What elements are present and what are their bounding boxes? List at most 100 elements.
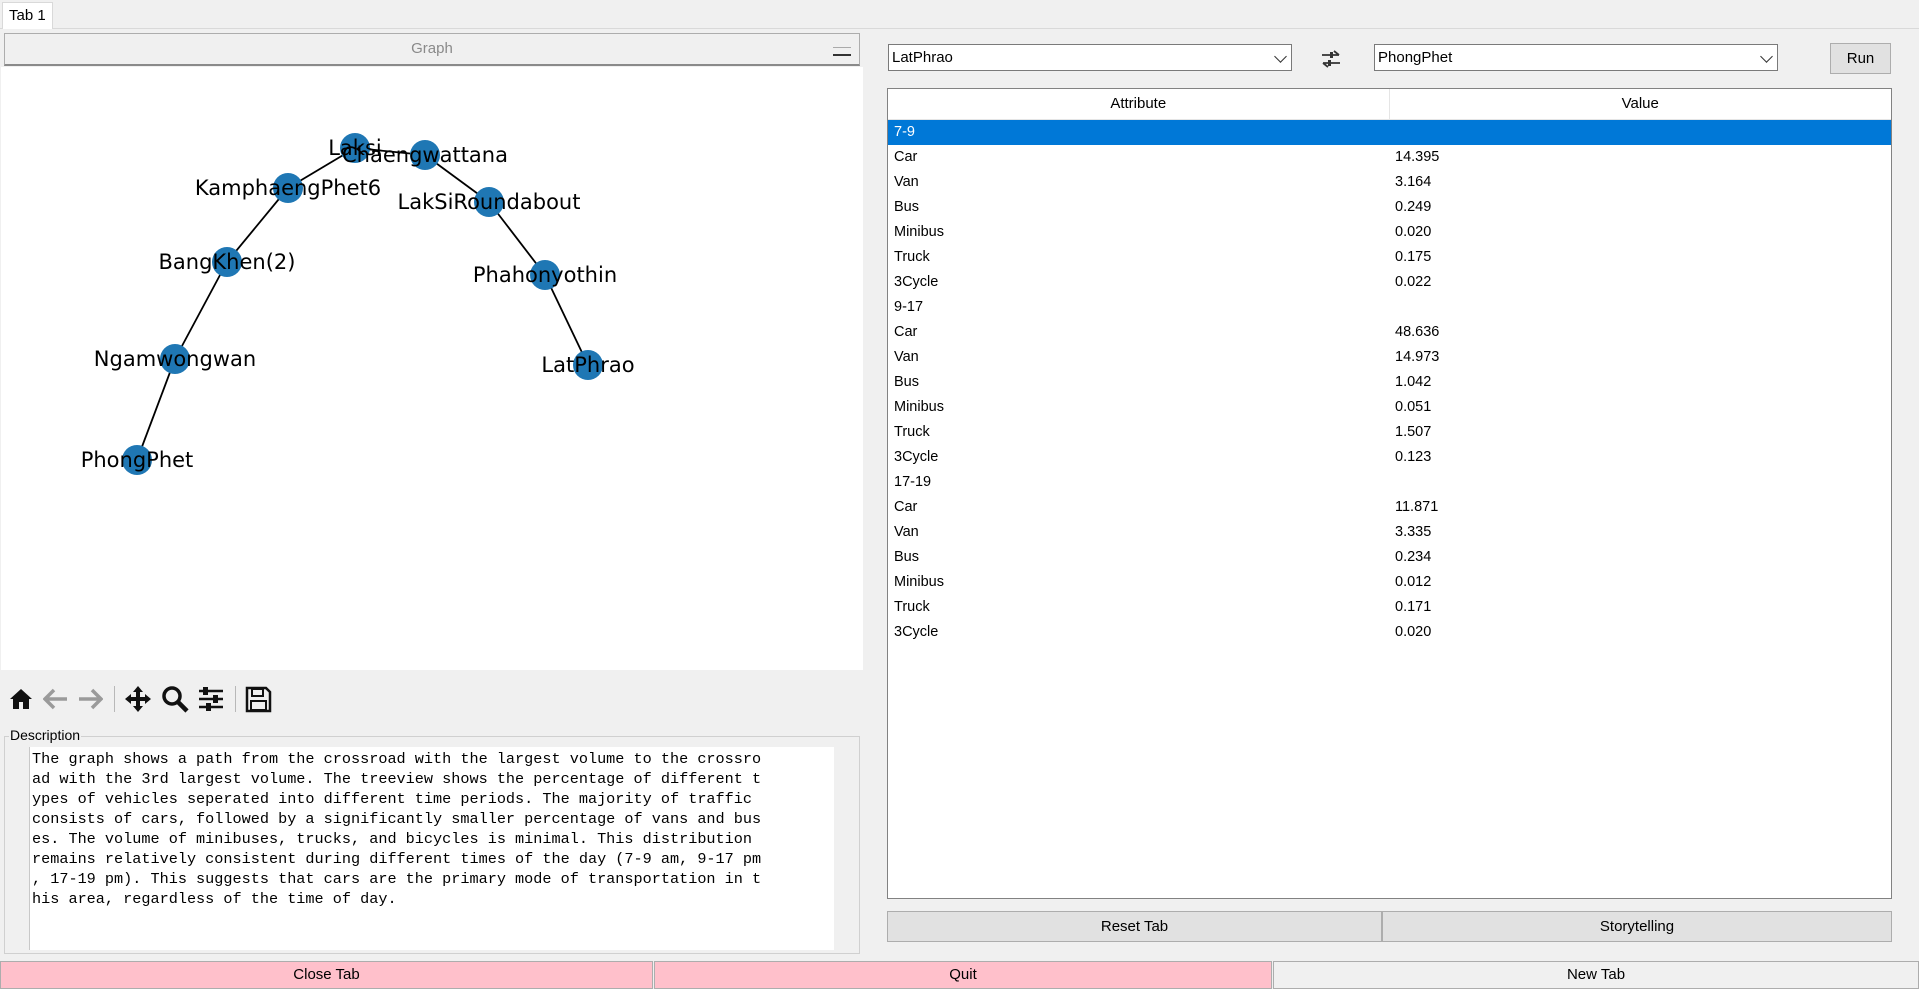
table-row[interactable]: 3Cycle 0.020	[888, 620, 1891, 645]
table-row[interactable]: Car 48.636	[888, 320, 1891, 345]
value-cell: 0.020	[1395, 624, 1432, 640]
zoom-icon[interactable]	[160, 684, 190, 714]
table-row[interactable]: Van 3.164	[888, 170, 1891, 195]
table-row[interactable]: Truck 1.507	[888, 420, 1891, 445]
graph-node-label: Ngamwongwan	[94, 347, 256, 371]
value-cell: 0.234	[1395, 549, 1432, 565]
attribute-cell: 17-19	[894, 474, 932, 490]
attribute-cell: 3Cycle	[894, 624, 939, 640]
table-row[interactable]: 9-17	[888, 295, 1891, 320]
close-tab-button[interactable]: Close Tab	[0, 961, 653, 989]
quit-button[interactable]: Quit	[654, 961, 1272, 989]
value-cell	[1389, 295, 1891, 320]
value-cell: 14.395	[1395, 149, 1440, 165]
description-text[interactable]: The graph shows a path from the crossroa…	[29, 747, 834, 950]
table-row[interactable]: Van 3.335	[888, 520, 1891, 545]
table-row[interactable]: Car 11.871	[888, 495, 1891, 520]
attribute-cell: 7-9	[894, 124, 915, 140]
forward-arrow-icon[interactable]	[75, 684, 105, 714]
plot-toolbar	[0, 672, 862, 724]
attribute-cell: Minibus	[894, 224, 944, 240]
pan-icon[interactable]	[123, 684, 153, 714]
graph-node-label: BangKhen(2)	[159, 250, 296, 274]
column-header-attribute[interactable]: Attribute	[888, 89, 1390, 119]
graph-edge	[136, 358, 176, 461]
attribute-cell: Car	[894, 324, 918, 340]
attribute-cell: Bus	[894, 549, 919, 565]
treeview-rows: 7-9 Car 14.395 Van 3.164 Bus 0.249 Minibus 0.020…	[888, 120, 1891, 645]
table-row[interactable]: Truck 0.171	[888, 595, 1891, 620]
attribute-treeview[interactable]: Attribute Value 7-9 Car 14.395 Van 3.164 Bus 0…	[887, 88, 1892, 899]
chevron-down-icon	[1760, 50, 1773, 63]
save-icon[interactable]	[243, 684, 273, 714]
from-crossroad-value: LatPhrao	[892, 49, 953, 66]
new-tab-button[interactable]: New Tab	[1273, 961, 1919, 989]
value-cell: 0.020	[1395, 224, 1432, 240]
table-row[interactable]: 3Cycle 0.022	[888, 270, 1891, 295]
collapse-icon[interactable]	[833, 47, 851, 56]
value-cell: 0.249	[1395, 199, 1432, 215]
graph-node-label: Chaengwattana	[342, 143, 508, 167]
tab-1[interactable]: Tab 1	[2, 2, 53, 29]
table-row[interactable]: Van 14.973	[888, 345, 1891, 370]
value-cell: 3.164	[1395, 174, 1432, 190]
table-row[interactable]: 17-19	[888, 470, 1891, 495]
graph-node-label: LatPhrao	[541, 353, 634, 377]
treeview-header: Attribute Value	[888, 89, 1891, 120]
value-cell	[1389, 470, 1891, 495]
table-row[interactable]: Bus 0.234	[888, 545, 1891, 570]
graph-panel-header[interactable]: Graph	[4, 33, 860, 66]
swap-icon[interactable]	[1320, 49, 1342, 69]
attribute-cell: Van	[894, 174, 919, 190]
graph-edge	[174, 261, 228, 360]
value-cell: 0.175	[1395, 249, 1432, 265]
value-cell: 1.507	[1395, 424, 1432, 440]
value-cell: 11.871	[1395, 499, 1439, 515]
graph-node-label: PhongPhet	[81, 448, 194, 472]
chevron-down-icon	[1274, 50, 1287, 63]
attribute-cell: Truck	[894, 599, 930, 615]
graph-node-label: LakSiRoundabout	[398, 190, 581, 214]
attribute-cell: Truck	[894, 424, 930, 440]
table-row[interactable]: Bus 1.042	[888, 370, 1891, 395]
from-crossroad-select[interactable]: LatPhrao	[888, 44, 1292, 71]
graph-header-label: Graph	[411, 40, 453, 57]
back-arrow-icon[interactable]	[41, 684, 71, 714]
table-row[interactable]: Minibus 0.020	[888, 220, 1891, 245]
attribute-cell: 3Cycle	[894, 274, 939, 290]
network-graph: LaksiChaengwattanaKamphaengPhet6LakSiRou…	[81, 133, 635, 475]
attribute-cell: Truck	[894, 249, 930, 265]
attribute-cell: Van	[894, 349, 919, 365]
table-row[interactable]: 7-9	[888, 120, 1891, 145]
table-row[interactable]: Minibus 0.012	[888, 570, 1891, 595]
table-row[interactable]: Bus 0.249	[888, 195, 1891, 220]
configure-subplots-icon[interactable]	[196, 684, 226, 714]
graph-node-label: Phahonyothin	[473, 263, 617, 287]
table-row[interactable]: Minibus 0.051	[888, 395, 1891, 420]
attribute-cell: Minibus	[894, 399, 944, 415]
attribute-cell: Car	[894, 149, 918, 165]
reset-tab-button[interactable]: Reset Tab	[887, 911, 1382, 942]
tab-strip	[0, 0, 1919, 29]
graph-canvas[interactable]: Laksi Chaengwattana KamphaengPhet6 LakSiRou…	[1, 67, 863, 670]
value-cell: 0.171	[1395, 599, 1432, 615]
table-row[interactable]: Truck 0.175	[888, 245, 1891, 270]
to-crossroad-select[interactable]: PhongPhet	[1374, 44, 1778, 71]
table-row[interactable]: 3Cycle 0.123	[888, 445, 1891, 470]
storytelling-button[interactable]: Storytelling	[1382, 911, 1892, 942]
toolbar-divider	[235, 686, 236, 712]
value-cell: 48.636	[1395, 324, 1440, 340]
attribute-cell: Bus	[894, 374, 919, 390]
value-cell: 14.973	[1395, 349, 1440, 365]
table-row[interactable]: Car 14.395	[888, 145, 1891, 170]
value-cell: 3.335	[1395, 524, 1432, 540]
run-button[interactable]: Run	[1830, 43, 1891, 74]
column-header-value[interactable]: Value	[1389, 89, 1891, 119]
attribute-cell: Minibus	[894, 574, 944, 590]
home-icon[interactable]	[6, 684, 36, 714]
value-cell: 0.051	[1395, 399, 1432, 415]
value-cell: 0.123	[1395, 449, 1432, 465]
attribute-cell: Car	[894, 499, 918, 515]
value-cell: 0.012	[1395, 574, 1432, 590]
value-cell: 0.022	[1395, 274, 1432, 290]
